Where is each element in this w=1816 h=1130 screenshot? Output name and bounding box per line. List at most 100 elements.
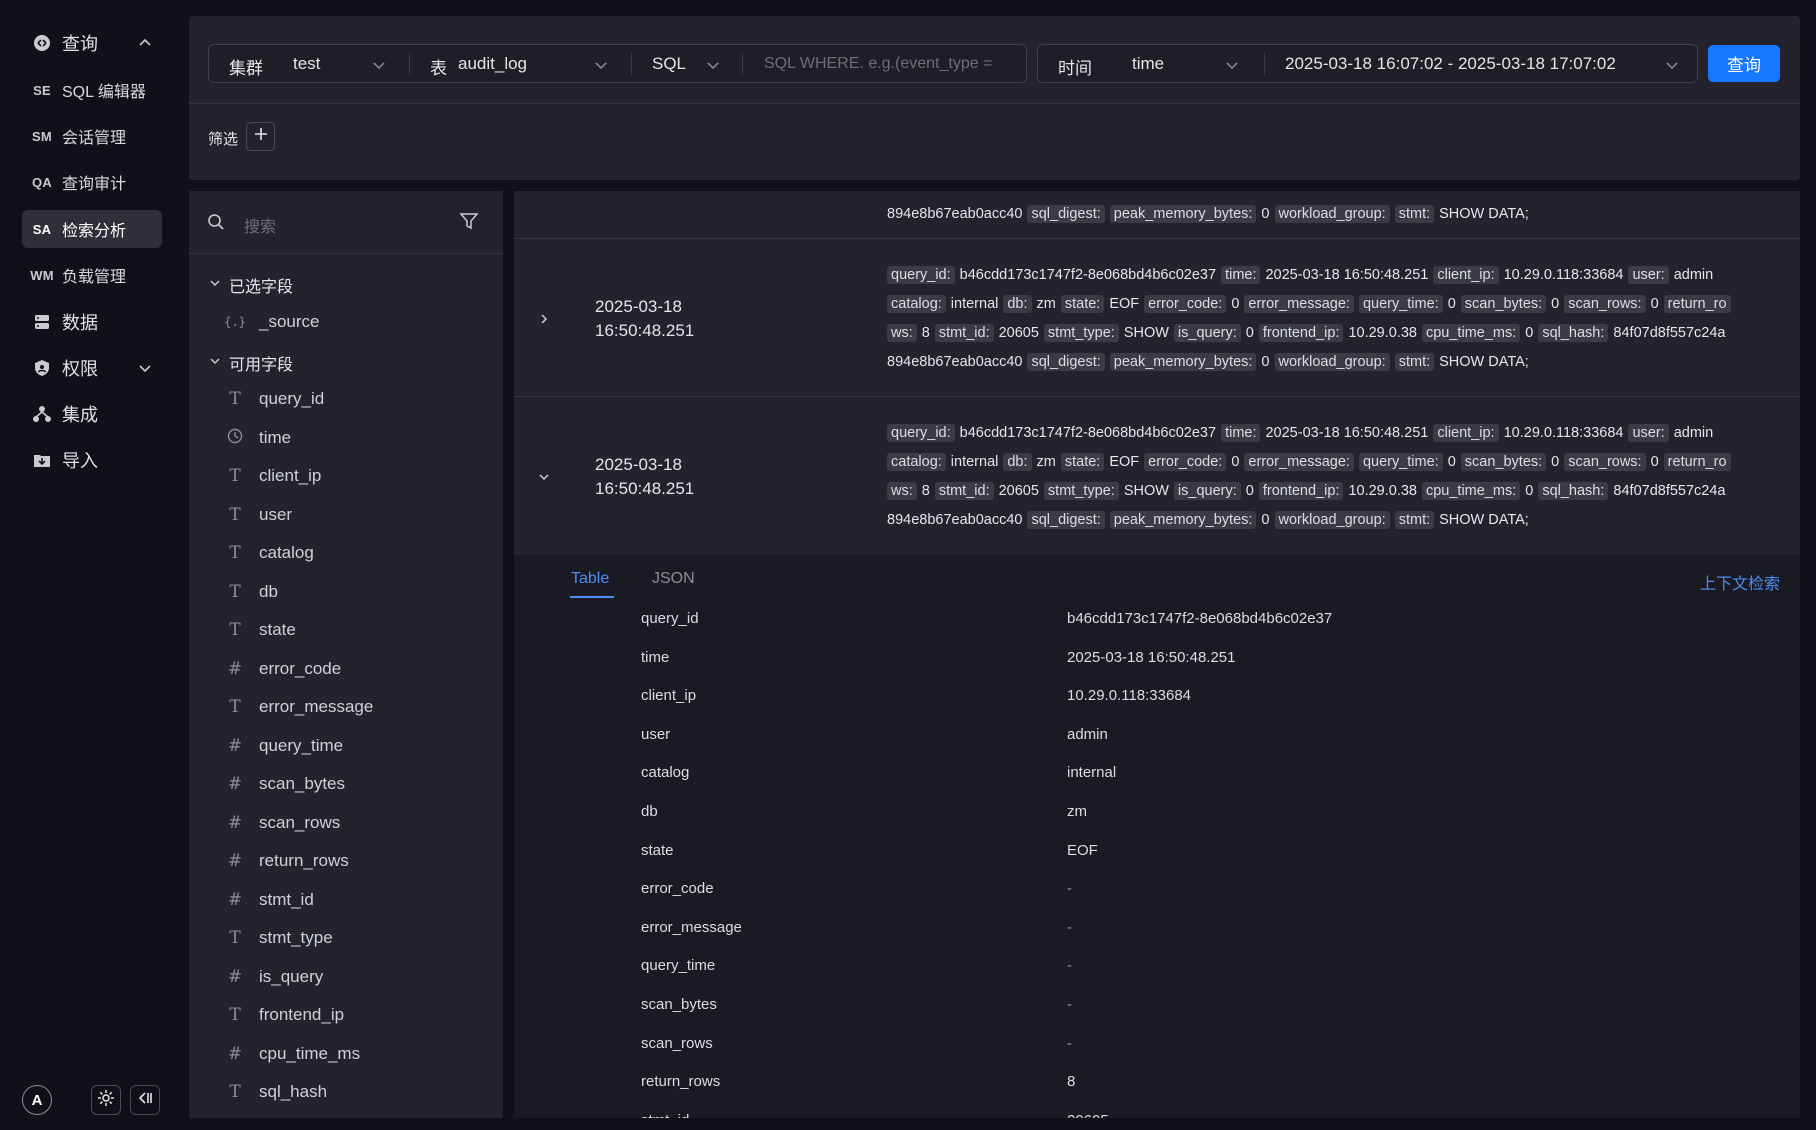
chevron-down-icon[interactable] (706, 58, 720, 77)
sql-where-input[interactable]: SQL WHERE. e.g.(event_type = (764, 55, 992, 73)
nav-item-data[interactable]: 数据 (22, 303, 162, 341)
log-field-key: query_time: (1358, 453, 1443, 471)
log-time: 16:50:48.251 (595, 479, 695, 498)
collapse-left-icon (136, 1089, 154, 1112)
field-item[interactable]: # cpu_time_ms (223, 1039, 360, 1069)
query-button[interactable]: 查询 (1708, 45, 1780, 82)
field-item[interactable]: Tstate (223, 615, 296, 645)
log-date: 2025-03-18 (595, 455, 682, 474)
chevron-down-icon[interactable] (372, 58, 386, 77)
collapse-sidebar-button[interactable] (130, 1085, 160, 1115)
log-field-key: client_ip: (1433, 424, 1499, 442)
log-field-value: b46cdd173c1747f2-8e068bd4b6c02e37 (959, 425, 1217, 441)
log-field-value: 0 (1447, 454, 1456, 470)
chevron-down-icon[interactable] (1225, 58, 1239, 77)
log-field-value: SHOW (1123, 483, 1169, 499)
text-type-icon: T (229, 928, 241, 948)
log-row[interactable]: 2025-03-18 16:50:48.251 query_id: b46cdd1… (514, 397, 1800, 555)
field-item[interactable]: # query_time (223, 731, 343, 761)
log-field-value: 0 (1525, 483, 1534, 499)
log-field-key: is_query: (1173, 324, 1241, 342)
detail-value: - (1067, 1034, 1072, 1052)
detail-key: scan_bytes (641, 996, 717, 1013)
detail-value: 2025-03-18 16:50:48.251 (1067, 648, 1236, 666)
log-row[interactable]: 2025-03-18 16:50:48.251 query_id: b46cdd1… (514, 239, 1800, 397)
field-name: cpu_time_ms (259, 1044, 361, 1063)
log-line: query_id: b46cdd173c1747f2-8e068bd4b6c02e… (887, 264, 1718, 286)
tab-table[interactable]: Table (571, 570, 609, 588)
log-field-key: stmt_type: (1043, 482, 1119, 500)
log-timestamp: 2025-03-18 16:50:48.251 (595, 453, 694, 501)
time-field-select[interactable]: time (1132, 54, 1164, 74)
time-range-picker[interactable]: 2025-03-18 16:07:02 - 2025-03-18 17:07:0… (1285, 54, 1616, 74)
mode-select[interactable]: SQL (652, 54, 686, 74)
log-field-value: 10.29.0.118:33684 (1503, 425, 1624, 441)
field-search-input[interactable]: 搜索 (244, 213, 276, 237)
field-item[interactable]: time (223, 423, 291, 453)
log-field-key: query_id: (887, 266, 955, 284)
field-item[interactable]: Tfrontend_ip (223, 1000, 344, 1030)
field-item[interactable]: Tclient_ip (223, 461, 321, 491)
field-item[interactable]: Tsql_hash (223, 1077, 327, 1107)
field-item[interactable]: Tdb (223, 577, 278, 607)
log-field-key: scan_bytes: (1460, 453, 1547, 471)
detail-row: client_ip 10.29.0.118:33684 (514, 677, 1800, 715)
nav-item-workload-manage[interactable]: WM 负载管理 (22, 256, 162, 294)
log-field-value: 0 (1261, 206, 1270, 222)
cluster-select[interactable]: test (293, 54, 320, 74)
query-icon (22, 33, 62, 53)
log-field-value: 894e8b67eab0acc40 (887, 206, 1023, 222)
field-item[interactable]: Tcatalog (223, 538, 314, 568)
add-filter-button[interactable] (246, 122, 275, 151)
log-field-key: stmt_type: (1043, 324, 1119, 342)
log-field-value: 0 (1650, 454, 1659, 470)
nav-label: 查询审计 (62, 176, 127, 193)
user-avatar[interactable]: A (22, 1085, 52, 1115)
field-name: is_query (259, 967, 324, 986)
log-field-key: frontend_ip: (1258, 324, 1344, 342)
available-fields-header[interactable]: 可用字段 (209, 351, 293, 375)
field-item[interactable]: # stmt_id (223, 885, 314, 915)
field-item[interactable]: # return_rows (223, 846, 349, 876)
nav-item-query-audit[interactable]: QA 查询审计 (22, 163, 162, 201)
chevron-down-icon[interactable] (1665, 58, 1679, 77)
log-field-value: 2025-03-18 16:50:48.251 (1265, 267, 1429, 283)
field-item[interactable]: {.} _source (223, 307, 319, 337)
shield-icon (22, 359, 62, 377)
field-item[interactable]: # scan_bytes (223, 769, 345, 799)
text-type-icon: T (229, 697, 241, 717)
field-item[interactable]: Tquery_id (223, 384, 324, 414)
nav-query-header[interactable]: 查询 (22, 24, 162, 62)
field-item[interactable]: Tstmt_type (223, 923, 332, 953)
field-item[interactable]: # error_code (223, 654, 341, 684)
tab-json[interactable]: JSON (652, 570, 695, 588)
nav-item-import[interactable]: 导入 (22, 441, 162, 479)
log-field-value: 0 (1261, 512, 1270, 528)
nav-item-sql-editor[interactable]: SE SQL 编辑器 (22, 71, 162, 109)
nav-item-search-analysis[interactable]: SA 检索分析 (22, 210, 162, 248)
detail-key: client_ip (641, 687, 697, 705)
nav-item-session-manage[interactable]: SM 会话管理 (22, 117, 162, 155)
table-select[interactable]: audit_log (458, 54, 527, 74)
field-item[interactable]: # is_query (223, 962, 323, 992)
field-name: stmt_id (259, 890, 314, 909)
field-name: query_time (259, 736, 344, 755)
available-fields-title: 可用字段 (229, 357, 294, 374)
log-line: catalog: internal db: zm state: EOF error_code… (887, 293, 1736, 315)
nav-item-integration[interactable]: 集成 (22, 395, 162, 433)
log-field-value: 0 (1551, 296, 1560, 312)
chevron-down-icon[interactable] (594, 58, 608, 77)
selected-fields-header[interactable]: 已选字段 (209, 273, 293, 297)
nav-abbr: SM (32, 128, 52, 144)
field-item[interactable]: Terror_message (223, 692, 373, 722)
nav-item-permission[interactable]: 权限 (22, 349, 162, 387)
filter-icon[interactable] (459, 211, 479, 236)
chevron-down-icon (138, 361, 152, 380)
field-item[interactable]: # scan_rows (223, 808, 340, 838)
theme-toggle-button[interactable] (91, 1085, 121, 1115)
context-search-link[interactable]: 上下文检索 (1700, 570, 1780, 594)
log-field-key: workload_group: (1274, 205, 1390, 223)
chevron-right-icon[interactable] (534, 309, 554, 329)
field-item[interactable]: Tuser (223, 500, 292, 530)
chevron-down-icon[interactable] (534, 467, 554, 487)
